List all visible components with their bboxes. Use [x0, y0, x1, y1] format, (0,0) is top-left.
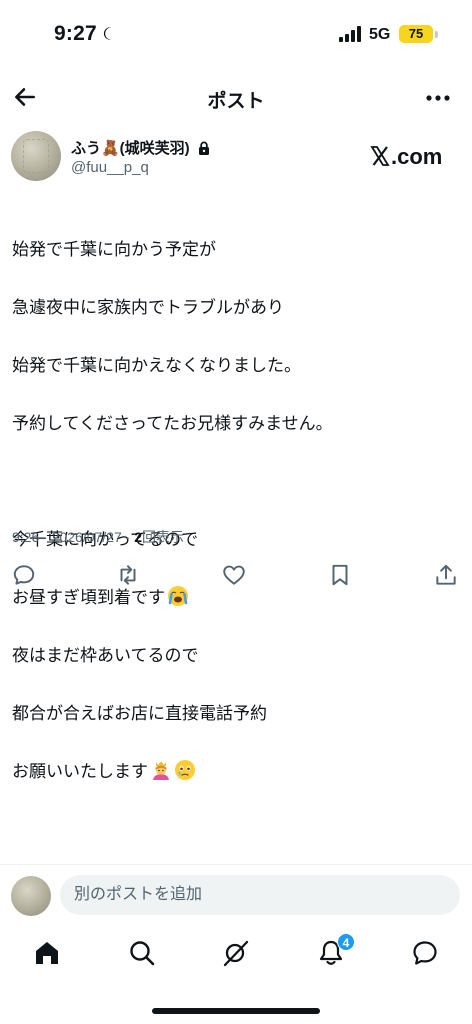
post-line: 始発で千葉に向かえなくなりました。 [12, 356, 301, 375]
bookmark-icon[interactable] [327, 562, 353, 588]
author-name: ふう🧸(城咲芙羽) [71, 140, 190, 157]
signal-icon [339, 26, 361, 42]
notifications-badge: 4 [337, 933, 355, 951]
post-line-text: お願いいたします [12, 762, 148, 781]
author-handle[interactable]: @fuu__p_q [71, 159, 149, 176]
status-bar: 9:27 5G 75 [0, 0, 472, 70]
post-meta: 9:26 · 2026/07/27 · 2回表示 [12, 527, 184, 547]
moon-icon [103, 27, 112, 40]
post-timestamp: 9:26 · 2026/07/27 · [12, 529, 135, 545]
person-with-crown-icon [153, 761, 169, 780]
home-icon[interactable] [32, 938, 62, 968]
bottom-tab-bar [0, 930, 472, 980]
share-icon[interactable] [433, 562, 459, 588]
status-time: 9:27 [54, 22, 97, 45]
current-user-avatar[interactable] [11, 876, 51, 916]
views-count[interactable]: 2 [134, 529, 142, 545]
home-indicator[interactable] [152, 1008, 320, 1014]
x-brand-logo: .com [370, 144, 442, 170]
reply-icon[interactable] [11, 562, 37, 588]
x-logo-text: .com [391, 144, 443, 169]
messages-icon[interactable] [410, 938, 440, 968]
reply-input[interactable] [60, 875, 460, 915]
like-icon[interactable] [221, 562, 247, 588]
post-body: 始発で千葉に向かう予定が 急遽夜中に家族内でトラブルがあり 始発で千葉に向かえな… [12, 206, 460, 815]
header: ポスト [0, 76, 472, 120]
post-line: 都合が合えばお店に直接電話予約 [12, 704, 267, 723]
repost-icon[interactable] [115, 562, 141, 588]
battery-tip [435, 31, 438, 38]
page-title: ポスト [207, 91, 265, 112]
author-avatar[interactable] [11, 131, 61, 181]
grok-icon[interactable] [221, 938, 251, 968]
face-holding-back-tears-icon [175, 760, 195, 780]
post-line: 予約してくださってたお兄様すみません。 [12, 414, 333, 433]
post-line: 夜はまだ枠あいてるので [12, 646, 199, 665]
reply-bar [0, 864, 472, 924]
post-line: 始発で千葉に向かう予定が [12, 240, 216, 259]
post-line-with-emoji: お願いいたします [12, 757, 460, 786]
views-label[interactable]: 回表示 [142, 529, 184, 545]
post-line-blank [12, 467, 460, 496]
more-options-icon[interactable] [424, 86, 452, 110]
search-icon[interactable] [127, 938, 157, 968]
network-type: 5G [369, 26, 391, 43]
post-line: 急遽夜中に家族内でトラブルがあり [12, 298, 284, 317]
post-actions [0, 562, 472, 592]
lock-icon [198, 141, 209, 155]
x-logo-icon [370, 146, 390, 166]
battery-indicator: 75 [399, 25, 433, 43]
author-name-row[interactable]: ふう🧸(城咲芙羽) [71, 137, 211, 158]
